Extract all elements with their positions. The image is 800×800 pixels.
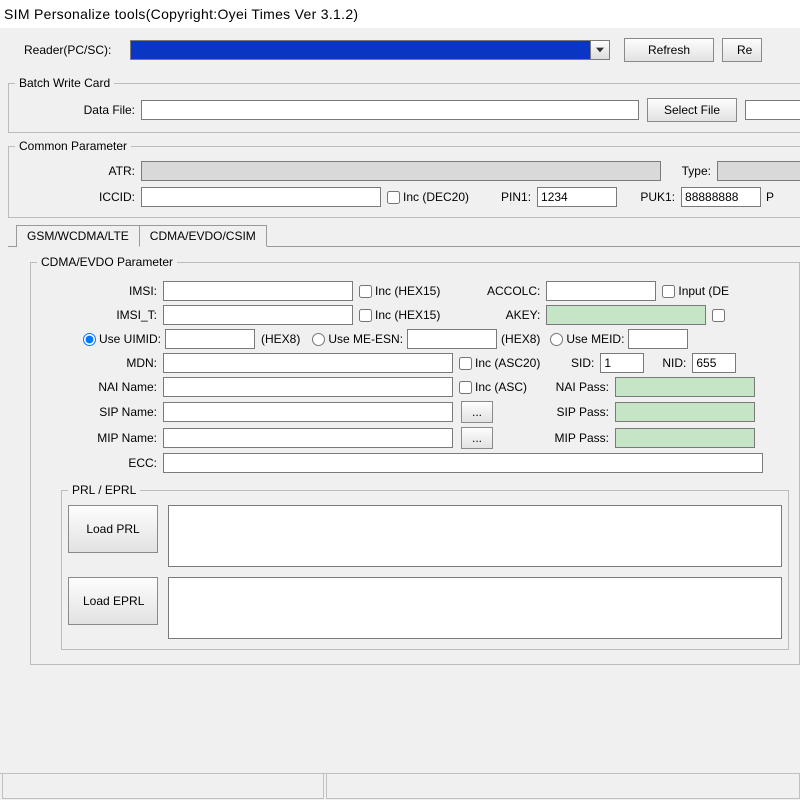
use-uimid-label: Use UIMID: — [99, 332, 161, 346]
select-file-button[interactable]: Select File — [647, 98, 737, 122]
prl-display — [168, 505, 782, 567]
load-prl-button[interactable]: Load PRL — [68, 505, 158, 553]
re-button[interactable]: Re — [722, 38, 762, 62]
iccid-input[interactable] — [141, 187, 381, 207]
nid-label: NID: — [644, 356, 692, 370]
accolc-label: ACCOLC: — [440, 284, 546, 298]
tab-gsm[interactable]: GSM/WCDMA/LTE — [16, 225, 140, 247]
mip-name-label: MIP Name: — [37, 431, 163, 445]
mip-pass-label: MIP Pass: — [493, 431, 615, 445]
akey-input[interactable] — [546, 305, 706, 325]
mdn-input[interactable] — [163, 353, 453, 373]
cdma-legend: CDMA/EVDO Parameter — [37, 255, 177, 269]
atr-field — [141, 161, 661, 181]
pin1-input[interactable] — [537, 187, 617, 207]
imsi-t-input[interactable] — [163, 305, 353, 325]
mip-name-input[interactable] — [163, 428, 453, 448]
nai-inc-checkbox[interactable] — [459, 381, 472, 394]
sid-input[interactable] — [600, 353, 644, 373]
meid-input[interactable] — [628, 329, 688, 349]
datafile-label: Data File: — [15, 103, 141, 117]
batch-extra-input[interactable] — [745, 100, 800, 120]
tab-cdma[interactable]: CDMA/EVDO/CSIM — [139, 225, 267, 247]
sid-label: SID: — [540, 356, 600, 370]
accolc-input-label: Input (DE — [678, 284, 729, 298]
accolc-input[interactable] — [546, 281, 656, 301]
imsi-t-label: IMSI_T: — [37, 308, 163, 322]
sip-browse-button[interactable]: ... — [461, 401, 493, 423]
status-bar — [0, 773, 800, 800]
imsi-t-inc-label: Inc (HEX15) — [375, 308, 440, 322]
imsi-label: IMSI: — [37, 284, 163, 298]
use-meid-label: Use MEID: — [566, 332, 624, 346]
sip-name-label: SIP Name: — [37, 405, 163, 419]
imsi-input[interactable] — [163, 281, 353, 301]
window-title: SIM Personalize tools(Copyright:Oyei Tim… — [0, 0, 800, 28]
reader-combo[interactable] — [130, 40, 610, 60]
use-meesn-radio[interactable] — [312, 333, 325, 346]
puk1-input[interactable] — [681, 187, 761, 207]
datafile-input[interactable] — [141, 100, 639, 120]
meesn-input[interactable] — [407, 329, 497, 349]
common-param-fieldset: Common Parameter ATR: Type: ICCID: Inc (… — [8, 139, 800, 218]
nai-name-label: NAI Name: — [37, 380, 163, 394]
mdn-inc-label: Inc (ASC20) — [475, 356, 540, 370]
uimid-input[interactable] — [165, 329, 255, 349]
use-uimid-radio[interactable] — [83, 333, 96, 346]
mip-pass-input[interactable] — [615, 428, 755, 448]
mip-browse-button[interactable]: ... — [461, 427, 493, 449]
prl-legend: PRL / EPRL — [68, 483, 140, 497]
sip-name-input[interactable] — [163, 402, 453, 422]
status-cell-1 — [2, 774, 324, 799]
status-cell-2 — [326, 774, 800, 799]
ecc-input[interactable] — [163, 453, 763, 473]
imsi-inc-checkbox[interactable] — [359, 285, 372, 298]
use-meesn-label: Use ME-ESN: — [328, 332, 403, 346]
app-window: SIM Personalize tools(Copyright:Oyei Tim… — [0, 0, 800, 800]
puk1-label: PUK1: — [617, 190, 681, 204]
p-label: P — [761, 190, 785, 204]
iccid-inc-checkbox[interactable] — [387, 191, 400, 204]
iccid-label: ICCID: — [15, 190, 141, 204]
nai-pass-label: NAI Pass: — [527, 380, 615, 394]
sip-pass-label: SIP Pass: — [493, 405, 615, 419]
sip-pass-input[interactable] — [615, 402, 755, 422]
eprl-display — [168, 577, 782, 639]
iccid-inc-label: Inc (DEC20) — [403, 190, 469, 204]
type-label: Type: — [661, 164, 717, 178]
akey-label: AKEY: — [440, 308, 546, 322]
use-meid-radio[interactable] — [550, 333, 563, 346]
akey-checkbox[interactable] — [712, 309, 725, 322]
load-eprl-button[interactable]: Load EPRL — [68, 577, 158, 625]
tab-bar: GSM/WCDMA/LTE CDMA/EVDO/CSIM — [16, 224, 800, 246]
meesn-hex8: (HEX8) — [497, 332, 544, 346]
nai-name-input[interactable] — [163, 377, 453, 397]
common-legend: Common Parameter — [15, 139, 131, 153]
nai-inc-label: Inc (ASC) — [475, 380, 527, 394]
imsi-inc-label: Inc (HEX15) — [375, 284, 440, 298]
prl-fieldset: PRL / EPRL Load PRL Load EPRL — [61, 483, 789, 650]
ecc-label: ECC: — [37, 456, 163, 470]
atr-label: ATR: — [15, 164, 141, 178]
mdn-inc-checkbox[interactable] — [459, 357, 472, 370]
type-field — [717, 161, 800, 181]
batch-write-fieldset: Batch Write Card Data File: Select File — [8, 76, 800, 133]
imsi-t-inc-checkbox[interactable] — [359, 309, 372, 322]
mdn-label: MDN: — [37, 356, 163, 370]
uimid-hex8: (HEX8) — [255, 332, 306, 346]
cdma-fieldset: CDMA/EVDO Parameter IMSI: Inc (HEX15) AC… — [30, 255, 800, 665]
accolc-input-checkbox[interactable] — [662, 285, 675, 298]
pin1-label: PIN1: — [469, 190, 537, 204]
batch-legend: Batch Write Card — [15, 76, 114, 90]
chevron-down-icon[interactable] — [590, 41, 609, 60]
refresh-button[interactable]: Refresh — [624, 38, 714, 62]
reader-label: Reader(PC/SC): — [24, 43, 130, 57]
nai-pass-input[interactable] — [615, 377, 755, 397]
nid-input[interactable] — [692, 353, 736, 373]
